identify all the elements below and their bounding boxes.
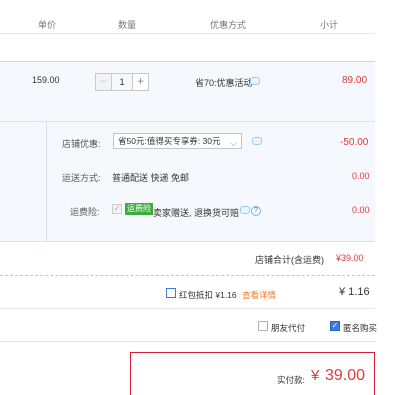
shop-total-value: ¥39.00 xyxy=(336,253,364,263)
anonymous-label: 匿名购买 xyxy=(343,323,378,333)
qty-minus-button[interactable]: − xyxy=(95,73,112,91)
insurance-checkbox[interactable]: ✓ xyxy=(112,204,122,214)
col-promo-header: 优惠方式 xyxy=(210,20,247,30)
divider xyxy=(0,341,375,342)
redpacket-details-link[interactable]: 查看详情 xyxy=(242,289,276,301)
chat-icon[interactable] xyxy=(252,135,262,145)
shipping-label: 运送方式: xyxy=(62,173,101,183)
redpacket-label: 红包抵扣 ¥1.16 xyxy=(179,290,237,300)
insurance-text: 卖家赠送, 退换货可赔 xyxy=(153,208,240,218)
col-qty-header: 数量 xyxy=(118,20,137,30)
col-price-header: 单价 xyxy=(38,20,57,30)
divider xyxy=(0,308,375,309)
insurance-tag: 运费险 xyxy=(125,203,153,215)
chevron-down-icon: ⌵ xyxy=(230,138,237,148)
cart-item-row xyxy=(0,61,375,122)
shipping-amount: 0.00 xyxy=(352,171,370,181)
promo-text: 省70:优惠活动 xyxy=(195,78,253,88)
insurance-label: 运费险: xyxy=(70,207,100,217)
cart-table-header: 单价 数量 优惠方式 小计 xyxy=(0,0,375,34)
qty-plus-button[interactable]: + xyxy=(132,73,149,91)
item-subtotal: 89.00 xyxy=(342,75,368,86)
discount-select[interactable]: 省50元:值得买专享券: 30元 ⌵ xyxy=(113,133,242,149)
help-icon[interactable]: ? xyxy=(240,204,261,216)
chat-icon[interactable] xyxy=(250,75,260,85)
discount-label: 店铺优惠: xyxy=(62,139,101,149)
divider xyxy=(0,275,375,276)
quantity-stepper: − 1 + xyxy=(95,73,149,91)
discount-select-value: 省50元:值得买专享券: 30元 xyxy=(118,136,221,146)
shop-total-label: 店铺合计(含运费) xyxy=(255,255,324,265)
redpacket-amount: ¥ 1.16 xyxy=(339,286,370,298)
insurance-amount: 0.00 xyxy=(352,205,370,215)
friend-pay-checkbox[interactable] xyxy=(258,321,268,331)
col-subtotal-header: 小计 xyxy=(320,20,339,30)
shipping-value: 普通配送 快递 免邮 xyxy=(112,173,190,183)
redpacket-checkbox[interactable] xyxy=(166,288,176,298)
payment-label: 实付款: xyxy=(277,375,305,385)
payment-currency: ¥ xyxy=(311,367,320,384)
friend-pay-label: 朋友代付 xyxy=(271,323,306,333)
payment-amount: 39.00 xyxy=(325,367,366,384)
qty-input[interactable]: 1 xyxy=(112,73,132,91)
discount-amount: -50.00 xyxy=(340,137,369,148)
shop-divider xyxy=(46,122,47,242)
unit-price: 159.00 xyxy=(32,75,60,85)
anonymous-checkbox[interactable]: ✓ xyxy=(330,321,340,331)
